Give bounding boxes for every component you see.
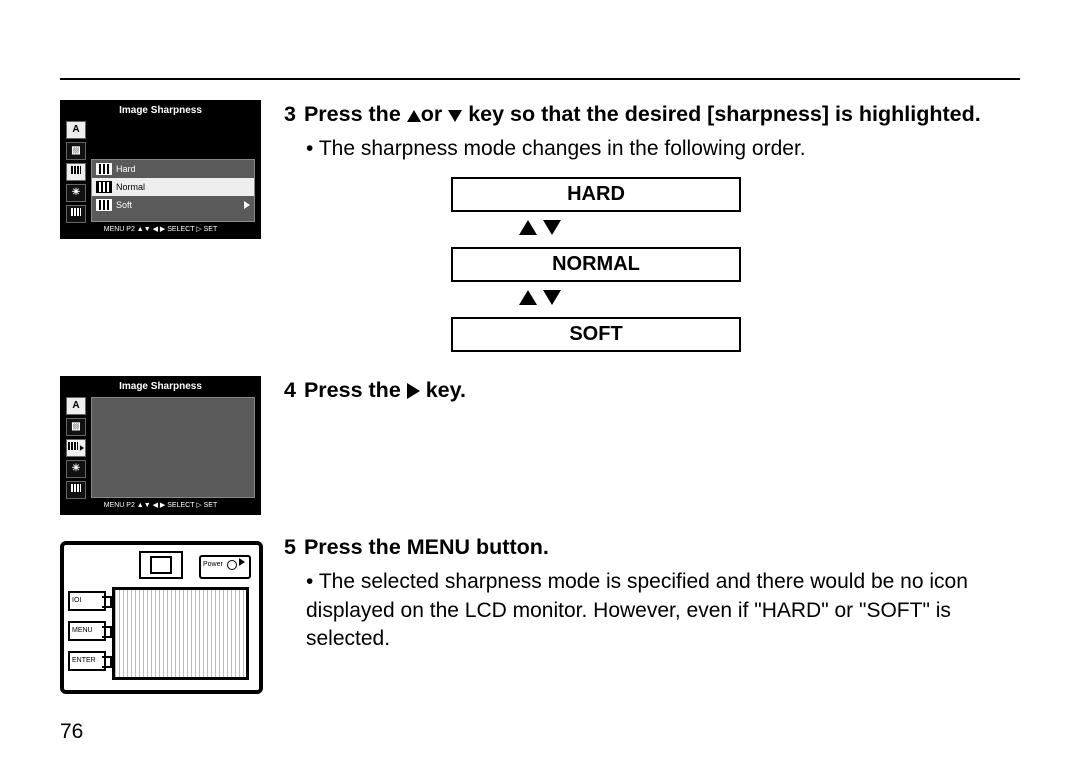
- viewfinder-icon: [139, 551, 183, 579]
- step4-num: 4: [284, 376, 296, 405]
- option-soft: SOFT: [451, 317, 741, 352]
- up-arrow-icon: [407, 110, 421, 122]
- lcd-screenshot-1: Image Sharpness A ▨ ☀ Hard Normal Soft M…: [60, 100, 261, 239]
- lcd1-main: Hard Normal Soft: [91, 159, 255, 222]
- option-hard: HARD: [451, 177, 741, 212]
- manual-page: Image Sharpness A ▨ ☀ Hard Normal Soft M…: [60, 78, 1020, 704]
- lcd1-side-a: A: [66, 121, 86, 139]
- lcd2-main: [91, 397, 255, 498]
- lcd1-row-hard: Hard: [92, 160, 254, 178]
- step5-num: 5: [284, 533, 296, 562]
- lcd2-side-bars-icon: [66, 481, 86, 499]
- camera-screen: [112, 587, 249, 680]
- step-4: 4 Press the key.: [284, 376, 1020, 405]
- led-icon: [227, 560, 237, 570]
- right-arrow-icon: [407, 383, 420, 399]
- step-5: 5 Press the MENU button. The selected sh…: [284, 533, 1020, 653]
- step-3: 3 Press the or key so that the desired […: [284, 100, 1020, 352]
- lcd2-side-sun-icon: ☀: [66, 460, 86, 478]
- lcd1-title: Image Sharpness: [63, 105, 258, 116]
- down-arrow-icon: [448, 110, 462, 122]
- power-label-box: Power: [199, 555, 251, 579]
- cam-btn-menu: MENU: [68, 621, 106, 641]
- lcd1-footer: MENU P2 ▲▼ ◀ ▶ SELECT ▷ SET: [63, 224, 258, 236]
- step5-heading: Press the MENU button.: [304, 533, 549, 562]
- camera-buttons: IOI MENU ENTER: [68, 591, 106, 681]
- lcd2-footer: MENU P2 ▲▼ ◀ ▶ SELECT ▷ SET: [63, 500, 258, 512]
- step3-num: 3: [284, 100, 296, 129]
- page-number: 76: [60, 720, 83, 744]
- lcd-screenshot-2: Image Sharpness A ▨ ☀ MENU P2 ▲▼ ◀ ▶ SEL…: [60, 376, 261, 515]
- lcd2-side-a: A: [66, 397, 86, 415]
- step5-bullet: The selected sharpness mode is specified…: [306, 568, 1020, 653]
- step3-bullet: The sharpness mode changes in the follow…: [306, 135, 1020, 163]
- arrows-2: [451, 282, 741, 317]
- camera-back-diagram: Power IOI MENU ENTER: [60, 541, 263, 694]
- option-stack: HARD NORMAL SOFT: [451, 177, 741, 352]
- lcd1-row-normal: Normal: [92, 178, 254, 196]
- lcd2-side-icon: ▨: [66, 418, 86, 436]
- lcd2-sidebar: A ▨ ☀: [66, 397, 86, 502]
- cam-btn-enter: ENTER: [68, 651, 106, 671]
- lcd1-side-sharp-icon: [66, 163, 86, 181]
- step3-heading: Press the or key so that the desired [sh…: [304, 100, 981, 129]
- lcd1-side-sun-icon: ☀: [66, 184, 86, 202]
- lcd1-row-soft: Soft: [92, 196, 254, 214]
- lcd2-title: Image Sharpness: [63, 381, 258, 392]
- step4-heading: Press the key.: [304, 376, 466, 405]
- lcd2-side-sharp-icon: [66, 439, 86, 457]
- lcd1-side-bars-icon: [66, 205, 86, 223]
- lcd1-side-icon: ▨: [66, 142, 86, 160]
- cam-btn-ioi: IOI: [68, 591, 106, 611]
- lcd1-sidebar: A ▨ ☀: [66, 121, 86, 226]
- arrows-1: [451, 212, 741, 247]
- option-normal: NORMAL: [451, 247, 741, 282]
